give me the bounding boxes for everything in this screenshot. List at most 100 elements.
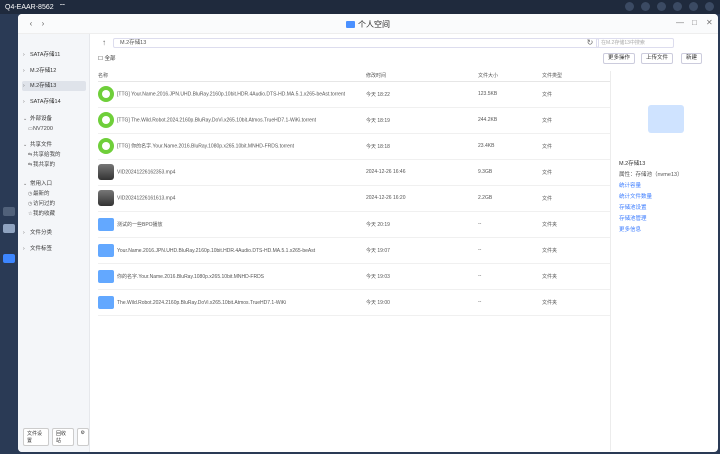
table-row[interactable]: [TTG] Your.Name.2016.JPN.UHD.BluRay.2160… <box>98 81 610 108</box>
file-count-link[interactable]: 统计文件数量 <box>619 192 652 200</box>
upload-button[interactable]: 上传文件 <box>641 53 674 64</box>
cell-type: 文件 <box>542 107 610 134</box>
path-input[interactable]: M.2存储13 <box>113 38 599 48</box>
column-type[interactable]: 文件类型 <box>542 71 610 82</box>
sidebar-item-visited[interactable]: ◷访问过的 <box>28 200 55 209</box>
tray-icon[interactable] <box>625 2 634 11</box>
cell-size: 9.3GB <box>478 159 542 186</box>
pool-settings-link[interactable]: 存储池设置 <box>619 203 647 211</box>
tray-icon[interactable] <box>673 2 682 11</box>
sidebar-item-storage[interactable]: › M.2存储13 <box>22 81 86 91</box>
table-row[interactable]: 测试的一些BPO播放 今天 20:19 -- 文件夹 <box>98 211 610 238</box>
file-class-header[interactable]: › 文件分类 <box>22 228 86 238</box>
file-name: [TTG] 你的名字.Your.Name.2016.BluRay.1080p.x… <box>117 143 295 150</box>
cell-type: 文件夹 <box>542 211 610 238</box>
large-folder-icon <box>648 105 684 133</box>
tray-icon[interactable] <box>705 2 714 11</box>
file-name: [TTG] Your.Name.2016.JPN.UHD.BluRay.2160… <box>117 91 346 98</box>
cell-time: 今天 19:07 <box>366 237 478 264</box>
cell-name: [TTG] 你的名字.Your.Name.2016.BluRay.1080p.x… <box>98 133 366 160</box>
sidebar-item-external[interactable]: ▭NV7200 <box>28 125 53 134</box>
dock-file-manager-icon[interactable] <box>3 254 15 263</box>
more-actions-button[interactable]: 更多操作 <box>603 53 636 64</box>
cell-name: The.Wild.Robot.2024.2160p.BluRay.DoVi.x2… <box>98 289 366 316</box>
folder-icon <box>98 243 114 257</box>
table-row[interactable]: VID20241226162353.mp4 2024-12-26 16:46 9.3… <box>98 159 610 186</box>
refresh-icon[interactable]: ↻ <box>585 38 595 48</box>
external-devices-header[interactable]: ⌄ 外部设备 <box>22 114 86 124</box>
cell-size: -- <box>478 263 542 290</box>
recycle-bin-button[interactable]: 回收站 <box>52 428 74 446</box>
gear-icon[interactable]: ⚙ <box>76 428 89 446</box>
cell-type: 文件夹 <box>542 237 610 264</box>
select-all-checkbox[interactable]: ☐ 全部 <box>98 54 115 62</box>
chevron-right-icon: › <box>23 83 25 89</box>
table-row[interactable]: The.Wild.Robot.2024.2160p.BluRay.DoVi.x2… <box>98 289 610 316</box>
sidebar-item-favorites[interactable]: ☆我的收藏 <box>28 210 55 219</box>
tray-icon[interactable] <box>657 2 666 11</box>
table-row[interactable]: Your.Name.2016.JPN.UHD.BluRay.2160p.10bi… <box>98 237 610 264</box>
detail-panel: M.2存储13 属性：存储池（nvme13） 统计容量 统计文件数量 存储池设置… <box>610 71 718 451</box>
torrent-icon <box>98 112 114 128</box>
cell-name: VID20241226161613.mp4 <box>98 185 366 212</box>
sidebar-item-storage[interactable]: › M.2存储12 <box>22 66 86 76</box>
cell-time: 今天 19:03 <box>366 263 478 290</box>
sidebar-item-storage[interactable]: › SATA存储11 <box>22 50 86 60</box>
quick-access-header[interactable]: ⌄ 常用入口 <box>22 179 86 189</box>
file-name: 你的名字.Your.Name.2016.BluRay.1080p.x265.10… <box>117 273 265 280</box>
chevron-down-icon: ⌄ <box>23 142 28 148</box>
host-name: Q4-EAAR-8562 <box>5 3 54 11</box>
cell-name: 你的名字.Your.Name.2016.BluRay.1080p.x265.10… <box>98 263 366 290</box>
cell-size: 244.2KB <box>478 107 542 134</box>
chevron-right-icon: › <box>23 99 25 105</box>
file-settings-button[interactable]: 文件设置 <box>23 428 49 446</box>
title-bar: ‹ › 个人空间 — □ ✕ <box>18 14 718 34</box>
action-bar: ☐ 全部 更多操作 上传文件 新建 <box>98 52 713 66</box>
chevron-right-icon: › <box>23 68 25 74</box>
dock-grid-icon[interactable] <box>3 224 15 233</box>
folder-icon <box>346 21 355 28</box>
table-row[interactable]: 你的名字.Your.Name.2016.BluRay.1080p.x265.10… <box>98 263 610 290</box>
detail-name: M.2存储13 <box>619 161 646 167</box>
file-name: The.Wild.Robot.2024.2160p.BluRay.DoVi.x2… <box>117 299 287 306</box>
chevron-right-icon: › <box>23 246 25 252</box>
torrent-icon <box>98 86 114 102</box>
torrent-icon <box>98 138 114 154</box>
table-row[interactable]: [TTG] 你的名字.Your.Name.2016.BluRay.1080p.x… <box>98 133 610 160</box>
up-icon[interactable]: ↑ <box>99 38 109 48</box>
close-icon[interactable]: ✕ <box>706 18 713 27</box>
maximize-icon[interactable]: □ <box>692 18 697 27</box>
cell-name: [TTG] Your.Name.2016.JPN.UHD.BluRay.2160… <box>98 81 366 108</box>
minimize-icon[interactable]: — <box>676 18 684 27</box>
sidebar: › SATA存储11 › M.2存储12 › M.2存储13 › SATA存储14 ⌄ 外… <box>18 34 90 452</box>
file-name: VID20241226162353.mp4 <box>117 169 176 176</box>
file-name: VID20241226161613.mp4 <box>117 195 176 202</box>
cell-name: [TTG] The.Wild.Robot.2024.2160p.BluRay.D… <box>98 107 366 134</box>
table-row[interactable]: VID20241226161613.mp4 2024-12-26 16:20 2.2… <box>98 185 610 212</box>
sidebar-item-storage[interactable]: › SATA存储14 <box>22 97 86 107</box>
dock-app-icon[interactable] <box>3 207 15 216</box>
cell-size: 2.2GB <box>478 185 542 212</box>
sidebar-item-shared[interactable]: ⇆共享给我的 <box>28 151 61 160</box>
table-header: 名称 修改时间 文件大小 文件类型 <box>98 71 610 82</box>
cell-type: 文件夹 <box>542 263 610 290</box>
pool-manage-link[interactable]: 存储池管理 <box>619 214 647 222</box>
column-modified[interactable]: 修改时间 <box>366 71 478 82</box>
sidebar-item-shared[interactable]: ⇆我共享的 <box>28 161 55 170</box>
tray-icon[interactable] <box>689 2 698 11</box>
capacity-link[interactable]: 统计容量 <box>619 181 641 189</box>
shared-header[interactable]: ⌄ 共享文件 <box>22 140 86 150</box>
window-title: 个人空间 <box>18 19 718 30</box>
file-tags-header[interactable]: › 文件标签 <box>22 244 86 254</box>
cell-time: 今天 18:19 <box>366 107 478 134</box>
video-icon <box>98 164 114 180</box>
search-input[interactable]: 在M.2存储13中搜索 <box>596 38 674 48</box>
sidebar-item-recent[interactable]: ◷最新的 <box>28 190 50 199</box>
file-name: [TTG] The.Wild.Robot.2024.2160p.BluRay.D… <box>117 117 317 124</box>
column-name[interactable]: 名称 <box>98 71 366 82</box>
column-size[interactable]: 文件大小 <box>478 71 542 82</box>
table-row[interactable]: [TTG] The.Wild.Robot.2024.2160p.BluRay.D… <box>98 107 610 134</box>
tray-icon[interactable] <box>641 2 650 11</box>
new-button[interactable]: 新建 <box>681 53 703 64</box>
more-info-link[interactable]: 更多信息 <box>619 225 641 233</box>
